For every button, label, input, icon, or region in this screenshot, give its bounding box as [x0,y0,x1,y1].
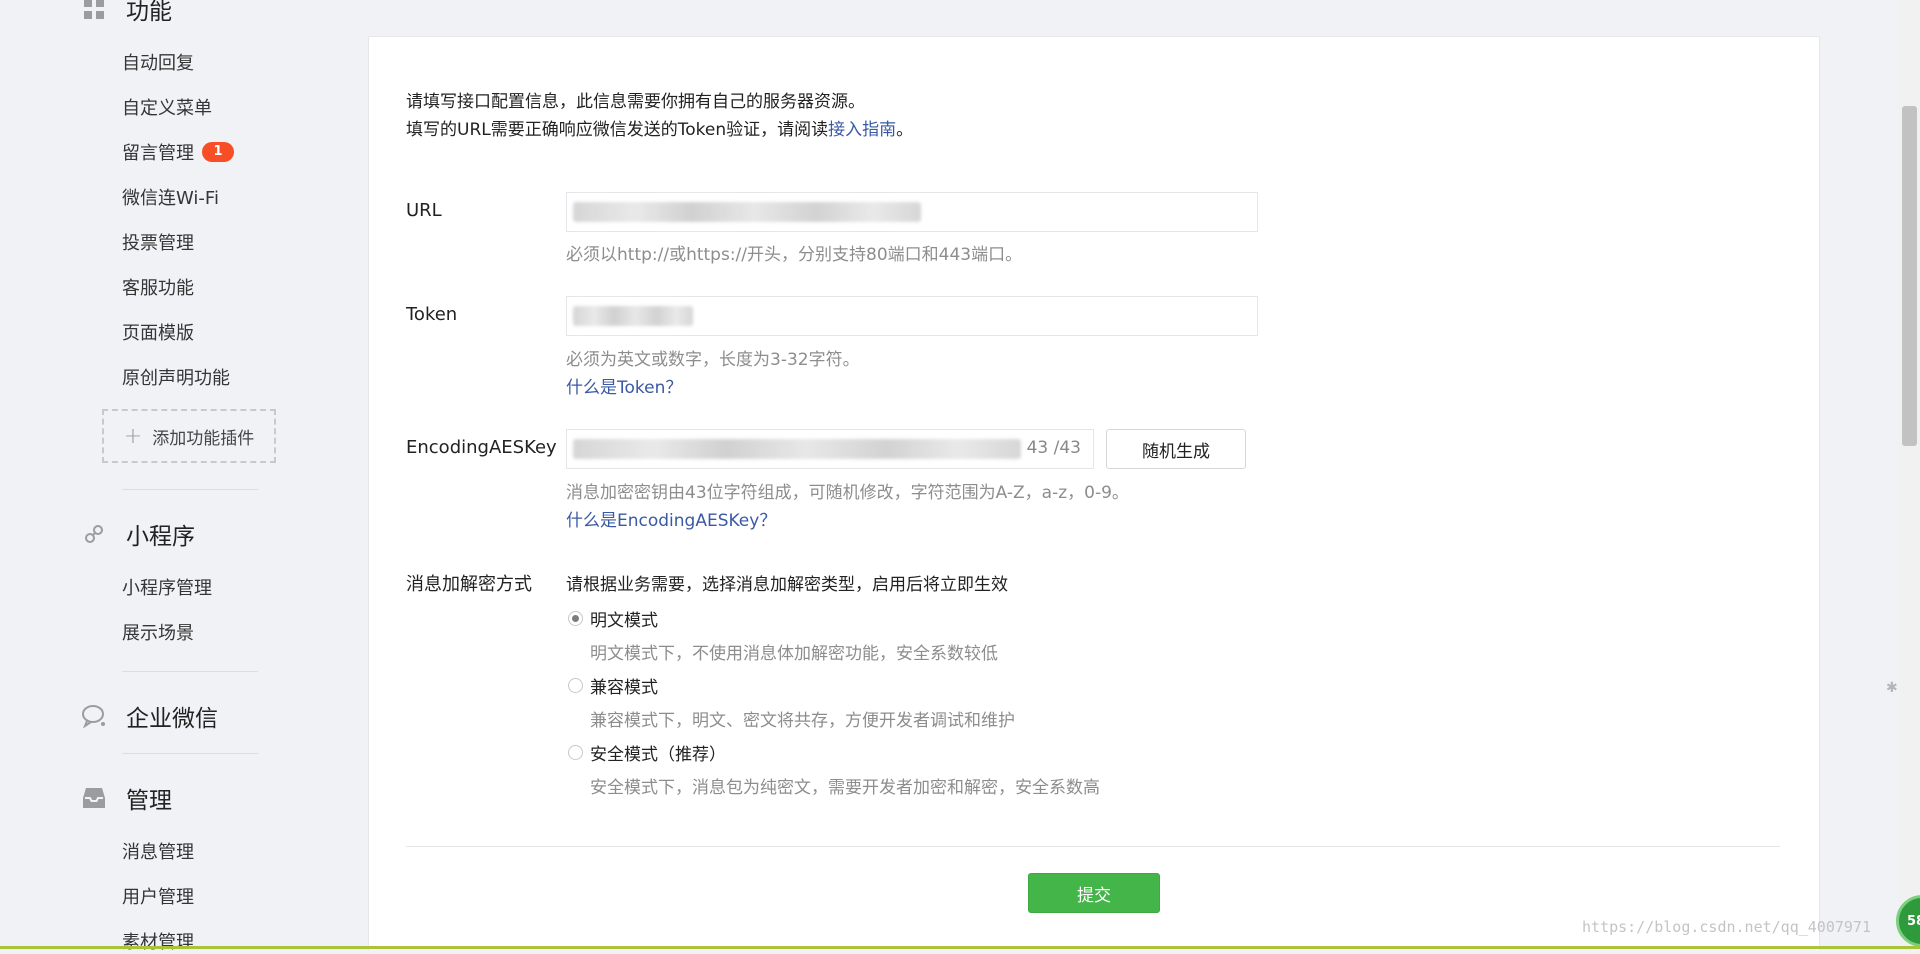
radio-secure-mode[interactable]: 安全模式（推荐） [568,740,726,765]
radio-button[interactable] [568,745,583,760]
aes-label: EncodingAESKey [406,437,557,458]
sidebar-item-comments[interactable]: 留言管理 1 [122,139,234,165]
intro-line-1: 请填写接口配置信息，此信息需要你拥有自己的服务器资源。 [406,92,865,112]
comment-count-badge: 1 [202,142,234,162]
token-input[interactable] [566,296,1258,336]
sidebar-divider [122,671,258,672]
radio-plaintext-mode[interactable]: 明文模式 [568,606,658,631]
aes-key-input[interactable]: 43 /43 [566,429,1094,469]
what-is-token-link[interactable]: 什么是Token？ [566,373,682,398]
radio-button[interactable] [568,678,583,693]
sidebar-item-customer-service[interactable]: 客服功能 [122,274,194,300]
compatible-mode-desc: 兼容模式下，明文、密文将共存，方便开发者调试和维护 [590,711,1015,731]
sidebar-divider [122,489,258,490]
submit-button[interactable]: 提交 [1028,873,1160,913]
sidebar-item-material-manage[interactable]: 素材管理 [122,928,194,954]
csdn-watermark: https://blog.csdn.net/qq_4007971 [1582,918,1871,936]
pin-icon[interactable]: ✱ [1886,680,1898,696]
sidebar: 功能 自动回复 自定义菜单 留言管理 1 微信连Wi-Fi 投票管理 客服功能 … [0,0,320,953]
aes-char-counter: 43 /43 [1026,438,1081,458]
redacted-value [573,202,921,222]
access-guide-link[interactable]: 接入指南 [828,120,896,140]
form-divider [406,846,1780,847]
inbox-icon [80,784,108,812]
scrollbar-thumb[interactable] [1902,106,1917,446]
intro-line-2-end: 。 [896,120,914,140]
encrypt-mode-subhead: 请根据业务需要，选择消息加解密类型，启用后将立即生效 [566,575,1008,595]
section-title: 功能 [126,0,172,25]
sidebar-item-miniprogram-manage[interactable]: 小程序管理 [122,574,212,600]
radio-button-checked[interactable] [568,611,583,626]
radio-label: 明文模式 [590,611,658,631]
section-miniprogram: 小程序 [80,517,195,551]
what-is-aeskey-link[interactable]: 什么是EncodingAESKey？ [566,506,776,531]
url-label: URL [406,200,442,221]
sidebar-item-original-claim[interactable]: 原创声明功能 [122,364,230,390]
sidebar-item-wifi[interactable]: 微信连Wi-Fi [122,184,219,210]
sidebar-item-user-manage[interactable]: 用户管理 [122,883,194,909]
sidebar-divider [122,753,258,754]
section-manage: 管理 [80,781,172,815]
section-title: 管理 [126,788,172,814]
sidebar-item-display-scene[interactable]: 展示场景 [122,619,194,645]
plaintext-mode-desc: 明文模式下，不使用消息体加解密功能，安全系数较低 [590,644,998,664]
aes-tip: 消息加密密钥由43位字符组成，可随机修改，字符范围为A-Z，a-z，0-9。 [566,483,1129,503]
plus-icon: + [123,423,143,449]
radio-label: 兼容模式 [590,678,658,698]
section-features: 功能 [80,0,172,26]
grid-icon [80,0,108,23]
encrypt-mode-label: 消息加解密方式 [406,574,532,595]
intro-line-2-text: 填写的URL需要正确响应微信发送的Token验证，请阅读 [406,120,829,140]
chat-bubble-icon [80,702,108,730]
add-plugin-button[interactable]: + 添加功能插件 [102,409,276,463]
sidebar-item-page-template[interactable]: 页面模版 [122,319,194,345]
token-label: Token [406,304,458,325]
section-work-wechat: 企业微信 [80,699,218,733]
link-icon [80,520,108,548]
secure-mode-desc: 安全模式下，消息包为纯密文，需要开发者加密和解密，安全系数高 [590,778,1100,798]
random-generate-button[interactable]: 随机生成 [1106,429,1246,469]
url-tip: 必须以http://或https://开头，分别支持80端口和443端口。 [566,245,1023,265]
sidebar-item-custom-menu[interactable]: 自定义菜单 [122,94,212,120]
radio-compatible-mode[interactable]: 兼容模式 [568,673,658,698]
sidebar-item-vote[interactable]: 投票管理 [122,229,194,255]
redacted-value [573,306,693,326]
section-title: 企业微信 [126,706,218,732]
intro-text: 请填写接口配置信息，此信息需要你拥有自己的服务器资源。 填写的URL需要正确响应… [406,88,913,144]
sidebar-item-message-manage[interactable]: 消息管理 [122,838,194,864]
token-tip: 必须为英文或数字，长度为3-32字符。 [566,350,860,370]
sidebar-item-auto-reply[interactable]: 自动回复 [122,49,194,75]
add-plugin-label: 添加功能插件 [152,428,255,449]
radio-label: 安全模式（推荐） [590,745,726,765]
redacted-value [573,439,1021,459]
url-input[interactable] [566,192,1258,232]
sidebar-item-label: 留言管理 [122,143,194,164]
intro-line-2: 填写的URL需要正确响应微信发送的Token验证，请阅读接入指南。 [406,116,913,144]
section-title: 小程序 [126,524,195,550]
